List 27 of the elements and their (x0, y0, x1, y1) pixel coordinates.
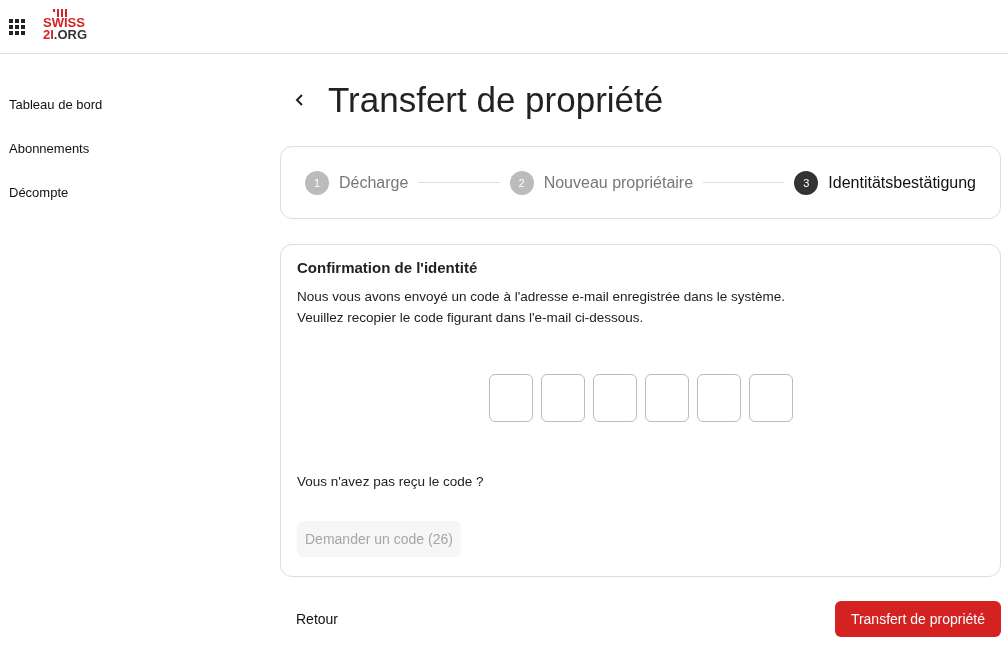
instruction-text: Veuillez recopier le code figurant dans l'e-mail ci-dessous. (297, 309, 645, 327)
code-digit-field[interactable] (696, 374, 741, 422)
page-title: Transfert de propriété (328, 80, 664, 120)
stepper-step[interactable]: 3 Identitätsbestätigung (794, 170, 976, 195)
step-number: 3 (794, 170, 819, 195)
step-number: 2 (509, 170, 534, 195)
step-label: Nouveau propriétaire (543, 173, 694, 192)
instruction-text: Nous vous avons envoyé un code à l'adresse e-mail enregistrée dans le système. (297, 288, 787, 306)
sidebar-item[interactable]: Abonnements (0, 126, 280, 170)
step-label: Identitätsbestätigung (828, 173, 976, 192)
code-digit-field[interactable] (644, 374, 689, 422)
apps-menu-icon[interactable] (9, 18, 25, 35)
sidebar-item[interactable]: Tableau de bord (0, 82, 280, 126)
step-number: 1 (305, 170, 329, 195)
question-text: Vous n'avez pas reçu le code ? (297, 474, 485, 489)
back-button[interactable]: Retour (280, 611, 355, 627)
code-digit-field[interactable] (540, 374, 585, 422)
logo[interactable]: SWISS 2I.ORG (43, 8, 88, 41)
card-title: Confirmation de l'identité (297, 259, 479, 276)
stepper-step[interactable]: 2 Nouveau propriétaire (509, 170, 694, 195)
step-label: Décharge (339, 173, 409, 192)
code-digit-field[interactable] (592, 374, 637, 422)
stepper-step[interactable]: 1 Décharge (305, 170, 409, 195)
code-digit-field[interactable] (748, 374, 793, 422)
sidebar-item[interactable]: Décompte (0, 170, 280, 214)
submit-button[interactable]: Transfert de propriété (834, 601, 1001, 637)
code-digit-field[interactable] (488, 374, 533, 422)
